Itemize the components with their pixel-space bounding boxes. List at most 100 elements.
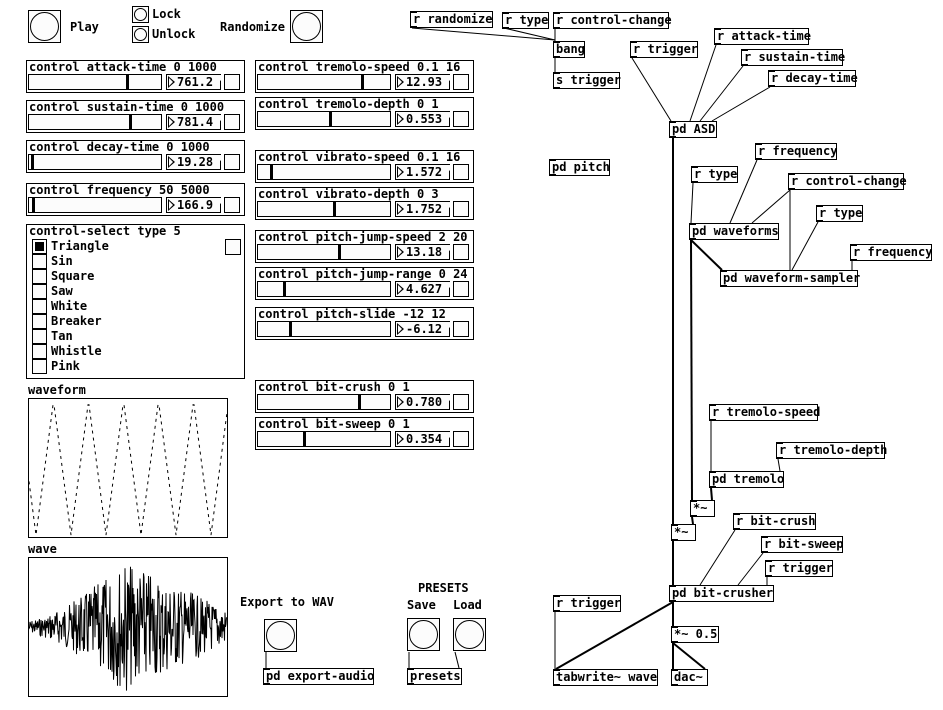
object-r-frequency[interactable]: r frequency [755,143,837,160]
tremolo-depth-slider[interactable] [257,111,391,127]
vibrato-speed-number-box[interactable]: 1.572 [395,164,450,180]
object-dac[interactable]: dac~ [671,669,708,686]
object-r-type[interactable]: r type [691,166,738,183]
object-mul[interactable]: *~ [671,524,696,541]
object-s-trigger[interactable]: s trigger [553,72,621,89]
object-r-bit-sweep[interactable]: r bit-sweep [761,536,843,553]
frequency-slider[interactable] [28,197,162,213]
play-bang-button[interactable] [28,10,61,43]
export-bang-button[interactable] [264,619,297,652]
radio-sin[interactable] [32,254,47,269]
pitch-slide-toggle[interactable] [453,321,469,337]
load-preset-bang-button[interactable] [453,618,486,651]
object-0-5[interactable]: *~ 0.5 [671,626,719,643]
bit-crush-toggle[interactable] [453,394,469,410]
slider-handle[interactable] [333,202,336,216]
object-pd-tremolo[interactable]: pd tremolo [709,471,784,488]
bit-sweep-number-box[interactable]: 0.354 [395,431,450,447]
radio-square[interactable] [32,269,47,284]
object-pd-waveform-sampler[interactable]: pd waveform-sampler [720,270,860,287]
pitch-jump-range-slider[interactable] [257,281,391,297]
object-r-control-change[interactable]: r control-change [553,12,672,29]
decay-time-number-box[interactable]: 19.28 [166,154,221,170]
object-r-frequency[interactable]: r frequency [850,244,932,261]
object-r-decay-time[interactable]: r decay-time [768,70,858,87]
pitch-jump-range-toggle[interactable] [453,281,469,297]
save-preset-bang-button[interactable] [407,618,440,651]
slider-handle[interactable] [32,198,35,212]
vibrato-depth-slider[interactable] [257,201,391,217]
object-tabwrite-wave[interactable]: tabwrite~ wave [553,669,658,686]
object-r-bit-crush[interactable]: r bit-crush [733,513,816,530]
object-r-randomize[interactable]: r randomize [410,11,493,28]
lock-bang-button[interactable] [132,6,149,23]
vibrato-depth-number-box[interactable]: 1.752 [395,201,450,217]
pitch-slide-number-box[interactable]: -6.12 [395,321,450,337]
object-bang[interactable]: bang [553,41,585,58]
tremolo-speed-number-box[interactable]: 12.93 [395,74,450,90]
slider-handle[interactable] [283,282,286,296]
radio-pink[interactable] [32,359,47,374]
object-r-attack-time[interactable]: r attack-time [714,28,811,45]
pitch-jump-speed-toggle[interactable] [453,244,469,260]
object-pd-bit-crusher[interactable]: pd bit-crusher [669,585,774,602]
randomize-bang-button[interactable] [290,10,323,43]
radio-breaker[interactable] [32,314,47,329]
slider-handle[interactable] [126,75,129,89]
object-r-sustain-time[interactable]: r sustain-time [741,49,845,66]
pitch-jump-speed-number-box[interactable]: 13.18 [395,244,450,260]
attack-time-toggle[interactable] [224,74,240,90]
radio-triangle[interactable] [32,239,47,254]
decay-time-slider[interactable] [28,154,162,170]
pitch-jump-range-number-box[interactable]: 4.627 [395,281,450,297]
object-pd-waveforms[interactable]: pd waveforms [689,223,779,240]
unlock-bang-button[interactable] [132,26,149,43]
tremolo-speed-toggle[interactable] [453,74,469,90]
attack-time-slider[interactable] [28,74,162,90]
pd-export-audio-object[interactable]: pd export-audio [263,668,374,685]
bit-sweep-slider[interactable] [257,431,391,447]
tremolo-depth-number-box[interactable]: 0.553 [395,111,450,127]
object-r-tremolo-speed[interactable]: r tremolo-speed [709,404,820,421]
pitch-jump-speed-slider[interactable] [257,244,391,260]
object-r-type[interactable]: r type [816,205,863,222]
slider-handle[interactable] [270,165,273,179]
slider-handle[interactable] [31,155,34,169]
tremolo-depth-toggle[interactable] [453,111,469,127]
radio-tan[interactable] [32,329,47,344]
radio-whistle[interactable] [32,344,47,359]
slider-handle[interactable] [303,432,306,446]
slider-handle[interactable] [329,112,332,126]
slider-handle[interactable] [338,245,341,259]
object-pd-asd[interactable]: pd ASD [669,121,717,138]
object-r-trigger[interactable]: r trigger [630,41,698,58]
slider-handle[interactable] [358,395,361,409]
decay-time-toggle[interactable] [224,154,240,170]
pitch-slide-slider[interactable] [257,321,391,337]
object-r-trigger[interactable]: r trigger [553,595,621,612]
object-r-control-change[interactable]: r control-change [788,173,907,190]
object-r-type[interactable]: r type [502,12,549,29]
bit-crush-number-box[interactable]: 0.780 [395,394,450,410]
slider-handle[interactable] [361,75,364,89]
select-output-toggle[interactable] [225,239,241,255]
frequency-toggle[interactable] [224,197,240,213]
bit-crush-slider[interactable] [257,394,391,410]
attack-time-number-box[interactable]: 761.2 [166,74,221,90]
vibrato-depth-toggle[interactable] [453,201,469,217]
frequency-number-box[interactable]: 166.9 [166,197,221,213]
vibrato-speed-slider[interactable] [257,164,391,180]
tremolo-speed-slider[interactable] [257,74,391,90]
sustain-time-number-box[interactable]: 781.4 [166,114,221,130]
object-pd-pitch[interactable]: pd pitch [549,159,610,176]
slider-handle[interactable] [129,115,132,129]
radio-saw[interactable] [32,284,47,299]
object-mul[interactable]: *~ [690,500,715,517]
sustain-time-toggle[interactable] [224,114,240,130]
object-r-tremolo-depth[interactable]: r tremolo-depth [776,442,887,459]
vibrato-speed-toggle[interactable] [453,164,469,180]
slider-handle[interactable] [289,322,292,336]
sustain-time-slider[interactable] [28,114,162,130]
presets-object[interactable]: presets [407,668,462,685]
object-r-trigger[interactable]: r trigger [765,560,833,577]
